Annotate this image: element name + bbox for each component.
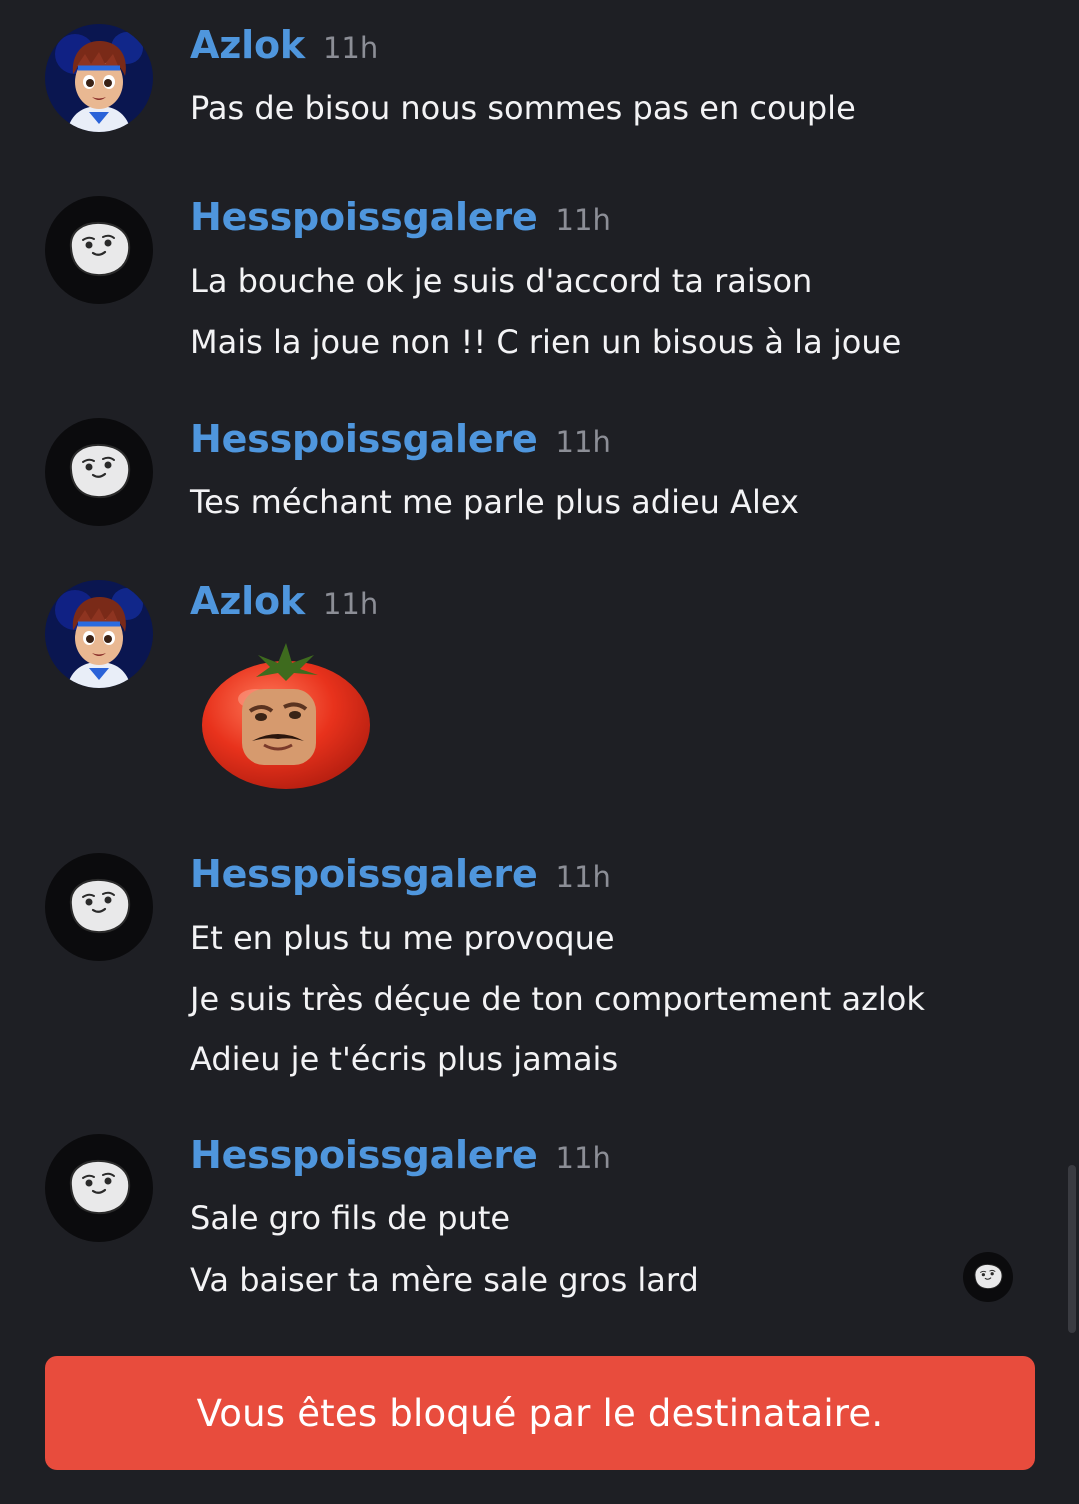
username[interactable]: Hesspoissgalere bbox=[190, 195, 538, 239]
message-text: La bouche ok je suis d'accord ta raison bbox=[190, 262, 813, 300]
timestamp: 11h bbox=[555, 860, 611, 894]
white-blob-face-avatar-icon[interactable] bbox=[45, 853, 153, 961]
read-receipt-avatar-icon bbox=[963, 1252, 1013, 1302]
username[interactable]: Azlok bbox=[190, 23, 305, 67]
message-header: Hesspoissgalere 11h bbox=[190, 1133, 611, 1181]
message-header: Azlok 11h bbox=[190, 579, 378, 627]
anime-boy-avatar-icon[interactable] bbox=[45, 24, 153, 132]
message-text: Adieu je t'écris plus jamais bbox=[190, 1040, 619, 1078]
message-text: Tes méchant me parle plus adieu Alex bbox=[190, 483, 799, 521]
timestamp: 11h bbox=[322, 587, 379, 621]
message-text: Va baiser ta mère sale gros lard bbox=[190, 1261, 699, 1299]
username[interactable]: Hesspoissgalere bbox=[190, 1133, 538, 1177]
timestamp: 11h bbox=[555, 425, 611, 459]
message-text: Mais la joue non !! C rien un bisous à l… bbox=[190, 323, 902, 361]
scrollbar[interactable] bbox=[1068, 1165, 1076, 1333]
anime-boy-avatar-icon[interactable] bbox=[45, 580, 153, 688]
username[interactable]: Hesspoissgalere bbox=[190, 852, 538, 896]
tomato-face-sticker[interactable] bbox=[200, 641, 374, 791]
message-text: Sale gro fils de pute bbox=[190, 1199, 511, 1237]
message-header: Hesspoissgalere 11h bbox=[190, 417, 611, 465]
message-header: Hesspoissgalere 11h bbox=[190, 195, 611, 243]
timestamp: 11h bbox=[322, 31, 379, 65]
message-header: Azlok 11h bbox=[190, 23, 378, 71]
message-header: Hesspoissgalere 11h bbox=[190, 852, 611, 900]
white-blob-face-avatar-icon[interactable] bbox=[45, 418, 153, 526]
message-text: Et en plus tu me provoque bbox=[190, 919, 615, 957]
username[interactable]: Hesspoissgalere bbox=[190, 417, 538, 461]
message-text: Je suis très déçue de ton comportement a… bbox=[190, 980, 925, 1018]
blocked-banner: Vous êtes bloqué par le destinataire. bbox=[45, 1356, 1035, 1470]
white-blob-face-avatar-icon[interactable] bbox=[45, 1134, 153, 1242]
timestamp: 11h bbox=[555, 203, 611, 237]
username[interactable]: Azlok bbox=[190, 579, 305, 623]
message-text: Pas de bisou nous sommes pas en couple bbox=[190, 89, 856, 127]
white-blob-face-avatar-icon[interactable] bbox=[45, 196, 153, 304]
chat-page: Azlok 11h Pas de bisou nous sommes pas e… bbox=[0, 0, 1079, 1504]
blocked-banner-text: Vous êtes bloqué par le destinataire. bbox=[196, 1391, 884, 1435]
timestamp: 11h bbox=[555, 1141, 611, 1175]
